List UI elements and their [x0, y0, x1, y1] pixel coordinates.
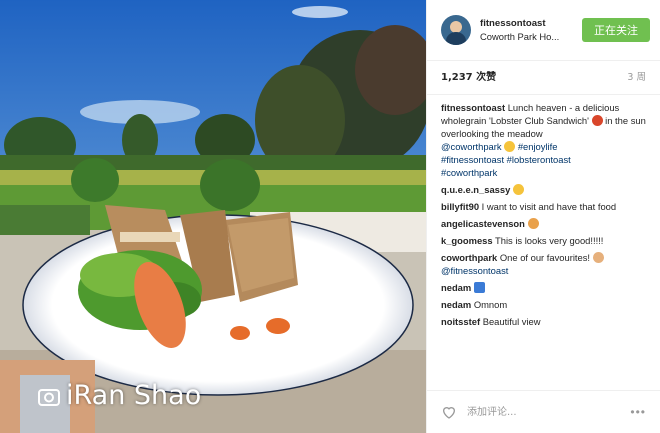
watermark: iRan Shao — [38, 380, 201, 411]
heart-icon[interactable] — [441, 404, 457, 420]
location[interactable]: Coworth Park Ho... — [480, 30, 582, 43]
comment: angelicastevenson — [441, 217, 646, 230]
post-stats: 1,237 次赞 3 周 — [427, 61, 660, 95]
comment-text: One of our favourites! — [499, 252, 591, 263]
down-arrow-emoji-icon — [473, 282, 485, 293]
time-ago: 3 周 — [627, 72, 646, 83]
comment: nedam — [441, 281, 646, 294]
caption: fitnessontoast Lunch heaven - a deliciou… — [441, 101, 646, 179]
user-info: fitnessontoast Coworth Park Ho... — [480, 17, 582, 43]
lobster-emoji-icon — [591, 115, 603, 126]
comment-text: Beautiful view — [482, 316, 541, 327]
comment-text: This is looks very good!!!!! — [495, 235, 604, 246]
comment-user[interactable]: q.u.e.e.n_sassy — [441, 184, 510, 195]
camera-icon — [38, 386, 60, 406]
comment-user[interactable]: noitsstef — [441, 316, 480, 327]
hashtag-link[interactable]: #fitnessontoast — [441, 154, 504, 165]
add-comment-input[interactable]: 添加评论... — [467, 406, 630, 419]
instagram-post: iRan Shao fitnessontoast Coworth Park Ho… — [0, 0, 660, 433]
mention-link[interactable]: @fitnessontoast — [441, 265, 508, 276]
likes-count[interactable]: 1,237 次赞 — [441, 71, 496, 84]
post-header: fitnessontoast Coworth Park Ho... 正在关注 — [427, 0, 660, 61]
mention-link[interactable]: @coworthpark — [441, 141, 502, 152]
comment-user[interactable]: coworthpark — [441, 252, 497, 263]
comment-user[interactable]: k_goomess — [441, 235, 493, 246]
heart-eyes-emoji-icon — [512, 184, 524, 195]
more-icon[interactable]: ••• — [630, 405, 646, 419]
comment: noitsstef Beautiful view — [441, 315, 646, 328]
following-button[interactable]: 正在关注 — [582, 18, 650, 42]
comment-text: Omnom — [473, 299, 508, 310]
hashtag-link[interactable]: #enjoylife — [518, 141, 558, 152]
avatar[interactable] — [441, 15, 471, 45]
hashtag-link[interactable]: #lobsterontoast — [507, 154, 571, 165]
thumbs-up-emoji-icon — [527, 218, 539, 229]
comment: coworthpark One of our favourites! @fitn… — [441, 251, 646, 277]
lobster-sandwich-photo — [0, 0, 426, 433]
post-photo[interactable]: iRan Shao — [0, 0, 426, 433]
post-sidebar: fitnessontoast Coworth Park Ho... 正在关注 1… — [426, 0, 660, 433]
caption-user[interactable]: fitnessontoast — [441, 102, 505, 113]
comment-user[interactable]: nedam — [441, 299, 471, 310]
comment: k_goomess This is looks very good!!!!! — [441, 234, 646, 247]
comment-text: I want to visit and have that food — [481, 201, 617, 212]
comment: q.u.e.e.n_sassy — [441, 183, 646, 196]
username[interactable]: fitnessontoast — [480, 17, 582, 30]
ok-hand-emoji-icon — [592, 252, 604, 263]
watermark-text: iRan Shao — [66, 380, 202, 411]
smile-emoji-icon — [504, 141, 516, 152]
hashtag-link[interactable]: #coworthpark — [441, 167, 497, 178]
comments-list: fitnessontoast Lunch heaven - a deliciou… — [427, 95, 660, 328]
comment: nedam Omnom — [441, 298, 646, 311]
comment-user[interactable]: billyfit90 — [441, 201, 479, 212]
comment-user[interactable]: angelicastevenson — [441, 218, 525, 229]
comment-user[interactable]: nedam — [441, 282, 471, 293]
comment-bar: 添加评论... ••• — [427, 390, 660, 433]
comment: billyfit90 I want to visit and have that… — [441, 200, 646, 213]
